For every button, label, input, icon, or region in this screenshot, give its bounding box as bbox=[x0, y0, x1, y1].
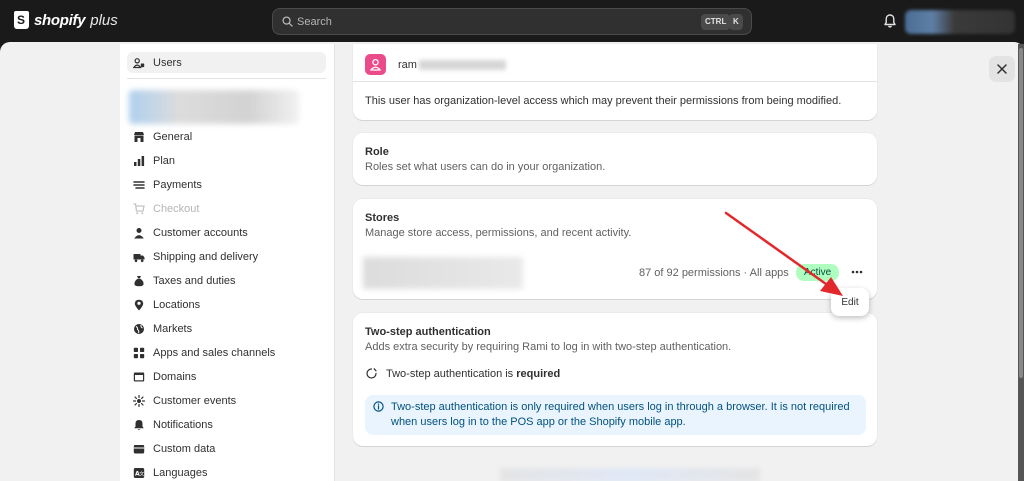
organization-access-note: This user has organization-level access … bbox=[365, 95, 842, 107]
user-card: ram This user has organization-level acc… bbox=[353, 44, 877, 120]
sidebar-item-label: Notifications bbox=[153, 419, 213, 431]
sidebar-item-label: Checkout bbox=[153, 203, 200, 215]
plan-icon bbox=[134, 156, 145, 166]
sidebar-item-apps[interactable]: Apps and sales channels bbox=[127, 343, 326, 363]
role-subtitle: Roles set what users can do in your orga… bbox=[365, 161, 606, 173]
footer-redacted bbox=[500, 468, 760, 481]
sidebar-item-label: Shipping and delivery bbox=[153, 251, 259, 263]
user-name: ram bbox=[398, 59, 417, 71]
database-icon bbox=[133, 445, 145, 454]
sidebar-item-checkout[interactable]: Checkout bbox=[127, 199, 326, 219]
search-bar[interactable]: Search CTRL K bbox=[272, 8, 752, 35]
sidebar-item-shipping[interactable]: Shipping and delivery bbox=[127, 247, 326, 267]
store-name-redacted[interactable] bbox=[363, 257, 523, 289]
user-avatar bbox=[365, 54, 386, 75]
status-badge: Active bbox=[796, 264, 840, 281]
top-bar: shopifyplus Search CTRL K bbox=[0, 0, 1024, 44]
info-banner: Two-step authentication is only required… bbox=[365, 395, 866, 435]
two-step-requirement: Two-step authentication is required bbox=[386, 368, 561, 380]
more-actions-icon[interactable] bbox=[850, 265, 864, 279]
sidebar-item-label: Apps and sales channels bbox=[153, 347, 276, 359]
notifications-bell-icon[interactable] bbox=[883, 13, 897, 29]
close-button[interactable] bbox=[989, 56, 1015, 82]
account-menu[interactable] bbox=[905, 10, 1015, 34]
person-icon bbox=[134, 228, 144, 239]
shopify-bag-icon bbox=[14, 11, 29, 29]
sidebar-item-domains[interactable]: Domains bbox=[127, 367, 326, 387]
sidebar-item-label: Plan bbox=[153, 155, 176, 167]
svg-text:文: 文 bbox=[139, 471, 144, 478]
organization-store-switcher[interactable] bbox=[129, 90, 299, 124]
sidebar-item-label: Custom data bbox=[153, 443, 216, 455]
search-icon bbox=[282, 16, 293, 27]
settings-sidebar: Users General Plan Payments Checkout Cus… bbox=[120, 44, 335, 481]
info-icon bbox=[373, 401, 384, 412]
store-icon bbox=[134, 132, 144, 142]
scrollbar-thumb[interactable] bbox=[1019, 48, 1023, 378]
sidebar-item-label: Languages bbox=[153, 467, 208, 479]
card-divider bbox=[353, 81, 877, 82]
domain-icon bbox=[133, 372, 145, 382]
shopify-plus-logo[interactable]: shopifyplus bbox=[14, 11, 118, 29]
close-icon bbox=[997, 64, 1007, 74]
sidebar-item-users[interactable]: Users bbox=[127, 52, 326, 73]
two-step-status-icon bbox=[366, 368, 377, 379]
two-step-card: Two-step authentication Adds extra secur… bbox=[353, 313, 877, 446]
stores-title: Stores bbox=[365, 212, 400, 224]
sidebar-item-payments[interactable]: Payments bbox=[127, 175, 326, 195]
payments-icon bbox=[133, 181, 145, 189]
sidebar-item-custom-data[interactable]: Custom data bbox=[127, 439, 326, 459]
role-title: Role bbox=[365, 146, 389, 158]
user-icon bbox=[370, 58, 381, 71]
stores-subtitle: Manage store access, permissions, and re… bbox=[365, 227, 632, 239]
shortcut-ctrl-key: CTRL bbox=[701, 14, 731, 30]
location-icon bbox=[134, 299, 144, 311]
brand-plus: plus bbox=[90, 11, 118, 29]
sidebar-item-label: Domains bbox=[153, 371, 197, 383]
sidebar-item-languages[interactable]: A文 Languages bbox=[127, 463, 326, 481]
sidebar-item-label: Customer accounts bbox=[153, 227, 248, 239]
sidebar-item-label: Customer events bbox=[153, 395, 237, 407]
sidebar-item-label: Taxes and duties bbox=[153, 275, 236, 287]
truck-icon bbox=[133, 254, 145, 263]
brand-name: shopify bbox=[34, 11, 86, 29]
scrollbar[interactable] bbox=[1018, 44, 1024, 481]
sidebar-divider bbox=[127, 78, 326, 79]
sidebar-item-label: General bbox=[153, 131, 193, 143]
sidebar-item-customer-events[interactable]: Customer events bbox=[127, 391, 326, 411]
tax-icon bbox=[134, 276, 144, 287]
sidebar-item-plan[interactable]: Plan bbox=[127, 151, 326, 171]
sidebar-item-notifications[interactable]: Notifications bbox=[127, 415, 326, 435]
edit-menu-item[interactable]: Edit bbox=[831, 288, 869, 316]
search-placeholder: Search bbox=[297, 16, 332, 28]
events-icon bbox=[133, 395, 145, 407]
sidebar-item-taxes[interactable]: Taxes and duties bbox=[127, 271, 326, 291]
apps-icon bbox=[133, 347, 145, 359]
cart-icon bbox=[133, 203, 145, 215]
sidebar-item-general[interactable]: General bbox=[127, 127, 326, 147]
permissions-summary: 87 of 92 permissions · All apps bbox=[639, 267, 789, 279]
sidebar-item-locations[interactable]: Locations bbox=[127, 295, 326, 315]
stores-card: Stores Manage store access, permissions,… bbox=[353, 199, 877, 299]
sidebar-item-label: Locations bbox=[153, 299, 201, 311]
globe-icon bbox=[134, 324, 144, 334]
info-banner-text: Two-step authentication is only required… bbox=[391, 401, 850, 428]
shortcut-k-key: K bbox=[729, 14, 743, 30]
users-icon bbox=[133, 57, 145, 68]
role-card: Role Roles set what users can do in your… bbox=[353, 133, 877, 185]
two-step-title: Two-step authentication bbox=[365, 326, 491, 338]
language-icon: A文 bbox=[133, 468, 144, 478]
sidebar-item-customer-accounts[interactable]: Customer accounts bbox=[127, 223, 326, 243]
bell-icon bbox=[134, 420, 144, 431]
sidebar-item-label: Payments bbox=[153, 179, 202, 191]
sidebar-item-label: Users bbox=[153, 56, 182, 69]
sidebar-item-markets[interactable]: Markets bbox=[127, 319, 326, 339]
two-step-subtitle: Adds extra security by requiring Rami to… bbox=[365, 341, 732, 353]
sidebar-item-label: Markets bbox=[153, 323, 193, 335]
user-name-redacted bbox=[419, 60, 506, 70]
